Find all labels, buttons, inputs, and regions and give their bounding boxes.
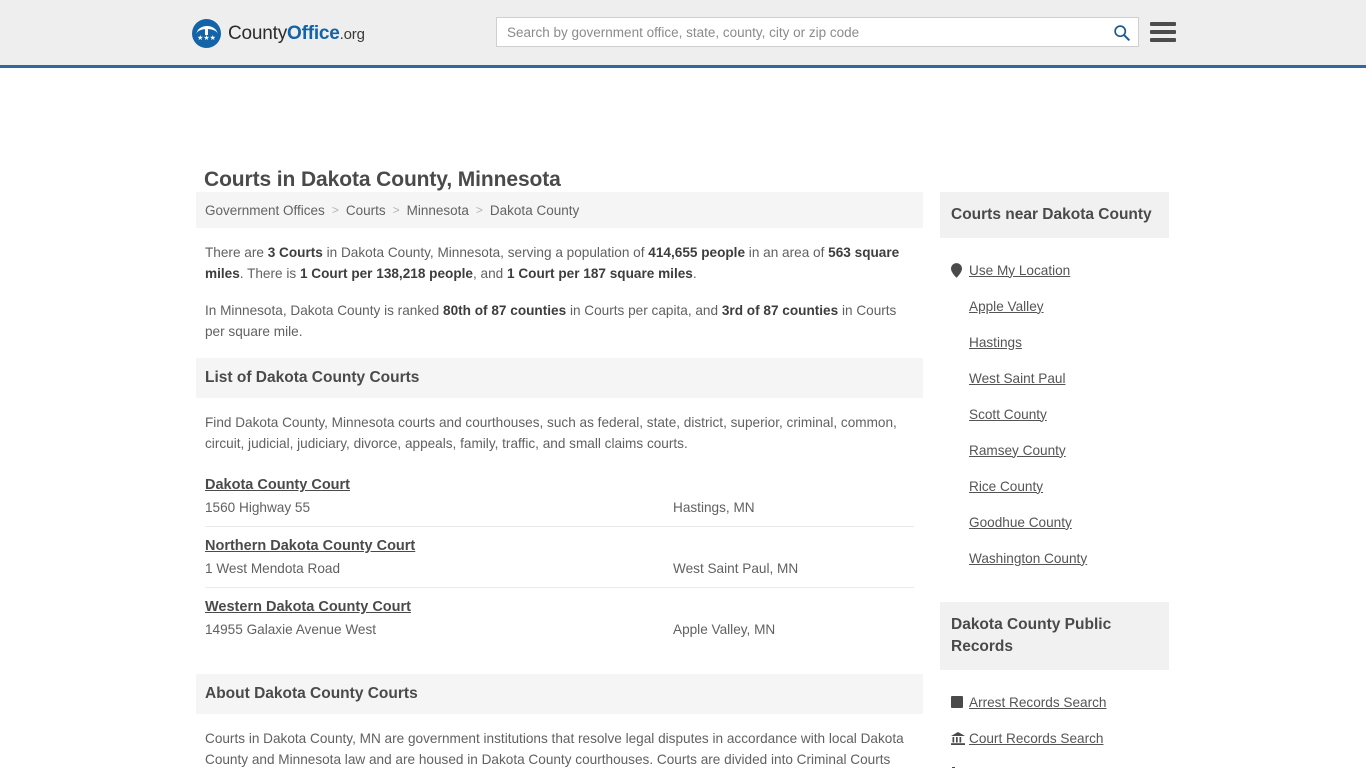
fingerprint-icon bbox=[951, 696, 969, 708]
sidebar-item-west-saint-paul[interactable]: West Saint Paul bbox=[940, 360, 1169, 396]
stat-rank-per-capita: 80th of 87 counties bbox=[443, 303, 567, 318]
court-detail-line: 1560 Highway 55 Hastings, MN bbox=[205, 500, 914, 515]
list-section-heading: List of Dakota County Courts bbox=[196, 358, 923, 398]
sidebar-item-arrest-records-search[interactable]: Arrest Records Search bbox=[940, 684, 1169, 720]
site-header: ★★★ CountyOffice.org bbox=[0, 0, 1366, 68]
hamburger-menu-icon bbox=[1150, 22, 1176, 26]
stat-text: in an area of bbox=[745, 245, 829, 260]
breadcrumb-item-government-offices[interactable]: Government Offices bbox=[205, 203, 325, 218]
site-logo[interactable]: ★★★ CountyOffice.org bbox=[192, 19, 365, 48]
court-name-link[interactable]: Western Dakota County Court bbox=[205, 599, 411, 615]
search-input[interactable] bbox=[497, 18, 1104, 46]
sidebar-item-ramsey-county[interactable]: Ramsey County bbox=[940, 432, 1169, 468]
about-paragraph: Courts in Dakota County, MN are governme… bbox=[205, 731, 904, 767]
list-section-description: Find Dakota County, Minnesota courts and… bbox=[205, 415, 897, 451]
stat-court-count: 3 Courts bbox=[267, 245, 323, 260]
stat-population: 414,655 people bbox=[648, 245, 746, 260]
hamburger-bar-3 bbox=[1150, 38, 1176, 42]
court-list-item: Dakota County Court 1560 Highway 55 Hast… bbox=[205, 466, 914, 527]
stat-text: in Courts per capita, and bbox=[566, 303, 722, 318]
hamburger-menu-button[interactable] bbox=[1150, 19, 1176, 45]
sidebar-link-label[interactable]: Apple Valley bbox=[969, 299, 1044, 314]
main-content-column: Government Offices > Courts > Minnesota … bbox=[196, 192, 923, 768]
court-address: 14955 Galaxie Avenue West bbox=[205, 622, 377, 637]
statistics-paragraph-2: In Minnesota, Dakota County is ranked 80… bbox=[205, 300, 914, 342]
search-button[interactable] bbox=[1104, 18, 1138, 46]
sidebar-item-court-records-search[interactable]: Court Records Search bbox=[940, 720, 1169, 756]
stat-text: There are bbox=[205, 245, 268, 260]
court-address: 1 West Mendota Road bbox=[205, 561, 341, 576]
about-section-body: Courts in Dakota County, MN are governme… bbox=[196, 714, 923, 768]
court-list-item: Western Dakota County Court 14955 Galaxi… bbox=[205, 588, 914, 648]
sidebar-link-label[interactable]: Washington County bbox=[969, 551, 1087, 566]
breadcrumb-item-dakota-county[interactable]: Dakota County bbox=[490, 203, 579, 218]
sidebar-link-label[interactable]: Goodhue County bbox=[969, 515, 1072, 530]
sidebar-item-goodhue-county[interactable]: Goodhue County bbox=[940, 504, 1169, 540]
breadcrumb-item-minnesota[interactable]: Minnesota bbox=[407, 203, 469, 218]
nearby-courts-list: Use My Location Apple Valley Hastings We… bbox=[940, 238, 1169, 580]
sidebar-item-washington-county[interactable]: Washington County bbox=[940, 540, 1169, 576]
sidebar-link-label[interactable]: Rice County bbox=[969, 479, 1043, 494]
statistics-paragraph-1: There are 3 Courts in Dakota County, Min… bbox=[205, 242, 914, 284]
stat-rank-per-area: 3rd of 87 counties bbox=[721, 303, 839, 318]
search-icon bbox=[1113, 24, 1130, 41]
sidebar-item-rice-county[interactable]: Rice County bbox=[940, 468, 1169, 504]
logo-stars: ★★★ bbox=[197, 35, 216, 42]
court-list: Dakota County Court 1560 Highway 55 Hast… bbox=[196, 466, 923, 648]
hamburger-bar-2 bbox=[1150, 30, 1176, 34]
courthouse-icon bbox=[951, 731, 969, 745]
sidebar-link-label[interactable]: West Saint Paul bbox=[969, 371, 1065, 386]
public-records-list: Arrest Records Search Court Records Sear… bbox=[940, 670, 1169, 768]
eagle-shield-logo-icon: ★★★ bbox=[192, 19, 221, 48]
sidebar-link-label[interactable]: Court Records Search bbox=[969, 731, 1103, 746]
sidebar-item-criminal-records-search[interactable]: Criminal Records Search bbox=[940, 756, 1169, 768]
sidebar-item-use-my-location[interactable]: Use My Location bbox=[940, 252, 1169, 288]
map-pin-icon bbox=[951, 262, 969, 278]
sidebar-link-label[interactable]: Scott County bbox=[969, 407, 1047, 422]
stat-per-area: 1 Court per 187 square miles bbox=[507, 266, 693, 281]
sidebar-link-label[interactable]: Hastings bbox=[969, 335, 1022, 350]
stat-text: in Dakota County, Minnesota, serving a p… bbox=[322, 245, 649, 260]
public-records-heading: Dakota County Public Records bbox=[940, 602, 1169, 670]
stat-per-capita: 1 Court per 138,218 people bbox=[299, 266, 473, 281]
breadcrumb-separator: > bbox=[392, 203, 400, 217]
nearby-courts-heading: Courts near Dakota County bbox=[940, 192, 1169, 238]
logo-text-bold: Office bbox=[287, 22, 340, 44]
stat-text: , and bbox=[472, 266, 507, 281]
court-name-link[interactable]: Northern Dakota County Court bbox=[205, 538, 415, 554]
sidebar-item-apple-valley[interactable]: Apple Valley bbox=[940, 288, 1169, 324]
breadcrumb-separator: > bbox=[475, 203, 483, 217]
sidebar: Courts near Dakota County Use My Locatio… bbox=[940, 192, 1169, 768]
breadcrumb-item-courts[interactable]: Courts bbox=[346, 203, 386, 218]
logo-text-after: .org bbox=[339, 25, 365, 43]
court-detail-line: 1 West Mendota Road West Saint Paul, MN bbox=[205, 561, 914, 576]
search-form bbox=[496, 17, 1139, 47]
court-detail-line: 14955 Galaxie Avenue West Apple Valley, … bbox=[205, 622, 914, 637]
court-city-state: Apple Valley, MN bbox=[673, 622, 776, 637]
stat-text: . There is bbox=[239, 266, 300, 281]
breadcrumb-separator: > bbox=[331, 203, 339, 217]
logo-text: CountyOffice.org bbox=[228, 23, 365, 45]
list-section-body: Find Dakota County, Minnesota courts and… bbox=[196, 398, 923, 454]
logo-text-before: County bbox=[228, 22, 288, 44]
sidebar-item-hastings[interactable]: Hastings bbox=[940, 324, 1169, 360]
court-city-state: West Saint Paul, MN bbox=[673, 561, 799, 576]
court-address: 1560 Highway 55 bbox=[205, 500, 311, 515]
sidebar-link-label[interactable]: Arrest Records Search bbox=[969, 695, 1107, 710]
court-name-link[interactable]: Dakota County Court bbox=[205, 477, 350, 493]
stat-text: In Minnesota, Dakota County is ranked bbox=[205, 303, 444, 318]
sidebar-item-scott-county[interactable]: Scott County bbox=[940, 396, 1169, 432]
stat-text: . bbox=[692, 266, 697, 281]
sidebar-link-label[interactable]: Use My Location bbox=[969, 263, 1070, 278]
county-statistics: There are 3 Courts in Dakota County, Min… bbox=[196, 228, 923, 342]
court-list-item: Northern Dakota County Court 1 West Mend… bbox=[205, 527, 914, 588]
about-section-heading: About Dakota County Courts bbox=[196, 674, 923, 714]
page-title: Courts in Dakota County, Minnesota bbox=[204, 168, 561, 192]
sidebar-link-label[interactable]: Ramsey County bbox=[969, 443, 1066, 458]
breadcrumb: Government Offices > Courts > Minnesota … bbox=[196, 192, 923, 228]
court-city-state: Hastings, MN bbox=[673, 500, 755, 515]
